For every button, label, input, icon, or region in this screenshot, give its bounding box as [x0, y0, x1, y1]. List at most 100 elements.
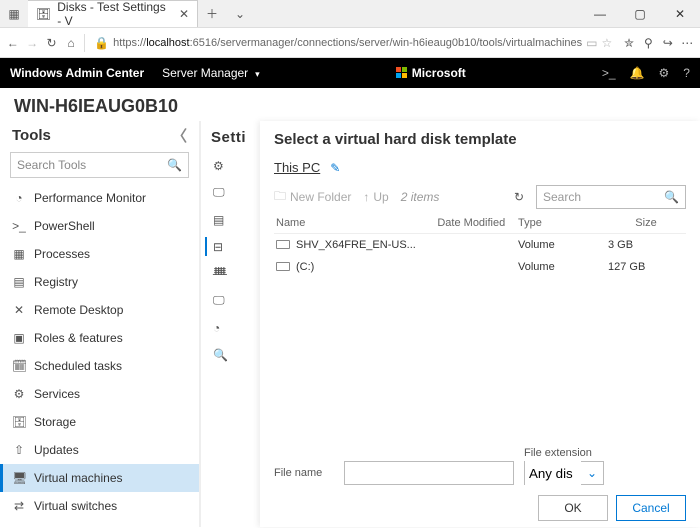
tools-search-input[interactable]: Search Tools 🔍	[10, 152, 189, 178]
microsoft-logo: Microsoft	[396, 66, 466, 80]
sidebar-item-label: Virtual machines	[34, 471, 123, 485]
window-maximize-button[interactable]: ▢	[620, 0, 660, 28]
file-search-input[interactable]: Search 🔍	[536, 185, 686, 209]
tool-icon: 🗄	[12, 415, 26, 429]
file-ext-value[interactable]	[525, 461, 581, 485]
column-header[interactable]: Type	[516, 213, 606, 234]
settings-row[interactable]: 🖵	[205, 179, 256, 206]
favorite-icon[interactable]: ☆	[602, 36, 613, 50]
sidebar-item-performance-monitor[interactable]: ◔Performance Monitor	[0, 184, 199, 212]
column-header[interactable]: Name	[274, 213, 435, 234]
file-toolbar: 🗀 New Folder ↑ Up 2 items ↻ Search 🔍	[274, 185, 686, 209]
favorites-hub-icon[interactable]: ✮	[622, 30, 635, 56]
tools-collapse-icon[interactable]: 〈	[172, 125, 187, 146]
sidebar-item-scheduled-tasks[interactable]: 🗓Scheduled tasks	[0, 352, 199, 380]
window-titlebar: ▦ 🗄 Disks - Test Settings - V ✕ ＋ ⌄ — ▢ …	[0, 0, 700, 28]
tool-icon: ⚙	[12, 387, 26, 401]
help-icon[interactable]: ?	[683, 66, 690, 80]
tab-title: Disks - Test Settings - V	[57, 0, 173, 28]
tab-favicon: 🗄	[36, 7, 51, 21]
sidebar-item-virtual-switches[interactable]: ⇄Virtual switches	[0, 492, 199, 520]
sidebar-item-processes[interactable]: ▦Processes	[0, 240, 199, 268]
sidebar-item-virtual-machines[interactable]: 🖥 Virtual machines	[0, 464, 199, 492]
breadcrumb: This PC ✎	[274, 160, 686, 175]
settings-row[interactable]: 🖵	[205, 287, 256, 314]
settings-row[interactable]: ⚙	[205, 152, 256, 179]
sidebar-item-registry[interactable]: ▤ Registry	[0, 268, 199, 296]
sidebar-item-label: Services	[34, 387, 80, 401]
sidebar-item-label: Registry	[34, 275, 78, 289]
chevron-down-icon[interactable]: ⌄	[581, 466, 603, 480]
more-icon[interactable]: ⋯	[681, 30, 694, 56]
column-header[interactable]: Date Modified	[435, 213, 516, 234]
sidebar-item-label: Roles & features	[34, 331, 123, 345]
wac-brand[interactable]: Windows Admin Center	[10, 66, 144, 80]
settings-row[interactable]: ◔	[205, 314, 256, 341]
table-row[interactable]: SHV_X64FRE_EN-US...Volume3 GB	[274, 234, 686, 257]
cloud-shell-icon[interactable]: >_	[602, 66, 616, 80]
nav-refresh-button[interactable]: ↻	[45, 30, 58, 56]
sidebar-item-label: Performance Monitor	[34, 191, 146, 205]
window-close-button[interactable]: ✕	[660, 0, 700, 28]
new-folder-button[interactable]: 🗀 New Folder	[274, 187, 351, 208]
sidebar-item-updates[interactable]: ⇧ Updates	[0, 436, 199, 464]
browser-navbar: ← → ↻ ⌂ 🔒 https://localhost:6516/serverm…	[0, 28, 700, 58]
sidebar-item-remote-desktop[interactable]: ✕Remote Desktop	[0, 296, 199, 324]
address-bar[interactable]: 🔒 https://localhost:6516/servermanager/c…	[90, 32, 616, 54]
tools-list: ◔Performance Monitor>_PowerShell▦Process…	[0, 184, 199, 527]
volume-icon	[276, 240, 290, 249]
share-icon[interactable]: ↪	[661, 30, 674, 56]
new-tab-button[interactable]: ＋	[198, 5, 226, 22]
tool-icon: ▤	[12, 275, 26, 289]
reading-view-icon[interactable]: ▭	[586, 36, 597, 50]
breadcrumb-this-pc[interactable]: This PC	[274, 160, 320, 175]
settings-row[interactable]: ▤	[205, 206, 256, 233]
new-folder-icon: 🗀	[274, 187, 286, 208]
settings-gear-icon[interactable]: ⚙	[659, 66, 670, 80]
tool-icon: 🖥	[12, 471, 26, 485]
nav-back-button[interactable]: ←	[6, 30, 19, 56]
ok-button[interactable]: OK	[538, 495, 608, 521]
tool-icon: ▦	[12, 247, 26, 261]
nav-forward-button[interactable]: →	[25, 30, 38, 56]
sidebar-item-powershell[interactable]: >_PowerShell	[0, 212, 199, 240]
window-minimize-button[interactable]: —	[580, 0, 620, 28]
settings-row[interactable]: ⊟	[205, 233, 256, 260]
tool-icon: ⇧	[12, 443, 26, 457]
lock-icon: 🔒	[94, 36, 109, 50]
search-icon: 🔍	[167, 158, 182, 172]
search-icon: 🔍	[664, 190, 679, 204]
column-header[interactable]: Size	[606, 213, 686, 234]
edit-path-icon[interactable]: ✎	[330, 161, 340, 175]
file-ext-select[interactable]: ⌄	[524, 461, 604, 485]
settings-row[interactable]: 🔍	[205, 341, 256, 368]
up-arrow-icon: ↑	[363, 190, 369, 204]
settings-row[interactable]: ᚙ	[205, 260, 256, 287]
tool-icon: ✕	[12, 303, 26, 317]
file-name-input[interactable]	[344, 461, 514, 485]
table-row[interactable]: (C:)Volume127 GB	[274, 256, 686, 278]
tool-icon: ⇄	[12, 499, 26, 513]
sidebar-item-services[interactable]: ⚙ Services	[0, 380, 199, 408]
tab-close-icon[interactable]: ✕	[179, 7, 189, 21]
sidebar-item-settings[interactable]: ⚙Settings	[0, 520, 199, 527]
app-icon: ▦	[0, 7, 28, 21]
sidebar-item-storage[interactable]: 🗄Storage	[0, 408, 199, 436]
sidebar-item-roles-features[interactable]: ▣Roles & features	[0, 324, 199, 352]
tools-header: Tools	[12, 127, 51, 144]
tools-panel: Tools 〈 Search Tools 🔍 ◔Performance Moni…	[0, 121, 200, 527]
ms-logo-icon	[396, 67, 408, 79]
nav-home-button[interactable]: ⌂	[64, 30, 77, 56]
up-button[interactable]: ↑ Up	[363, 190, 388, 204]
tab-chevron-icon[interactable]: ⌄	[226, 7, 254, 21]
sidebar-item-label: Updates	[34, 443, 79, 457]
browser-tab[interactable]: 🗄 Disks - Test Settings - V ✕	[28, 0, 198, 27]
refresh-button[interactable]: ↻	[514, 190, 524, 204]
file-table: NameDate ModifiedTypeSize SHV_X64FRE_EN-…	[274, 213, 686, 278]
reading-list-icon[interactable]: ⚲	[642, 30, 655, 56]
settings-header-partial: Setti	[205, 129, 256, 146]
notifications-icon[interactable]: 🔔	[630, 66, 645, 80]
settings-sliver: Setti ⚙🖵▤⊟ᚙ🖵◔🔍	[200, 121, 260, 527]
cancel-button[interactable]: Cancel	[616, 495, 686, 521]
wac-context[interactable]: Server Manager	[162, 66, 260, 80]
